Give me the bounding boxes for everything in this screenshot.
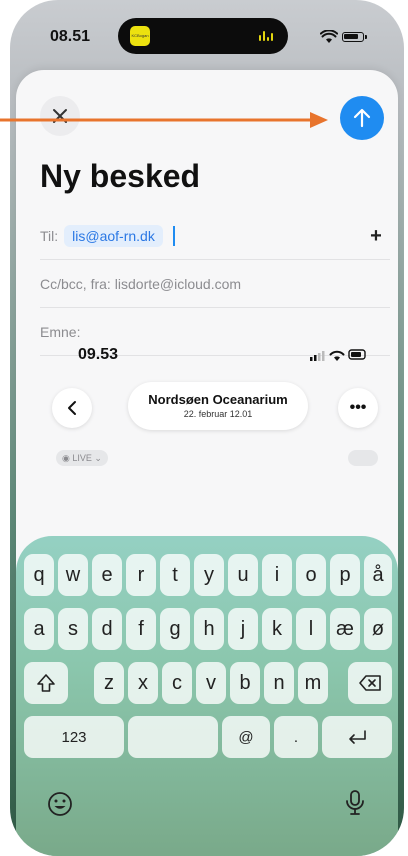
island-app-icon: KCBogan (130, 26, 150, 46)
key-m[interactable]: m (298, 662, 328, 704)
key-z[interactable]: z (94, 662, 124, 704)
key-l[interactable]: l (296, 608, 326, 650)
key-k[interactable]: k (262, 608, 292, 650)
return-icon (349, 730, 366, 744)
dictation-button[interactable] (340, 786, 370, 820)
shift-key[interactable] (24, 662, 68, 704)
backspace-key[interactable] (348, 662, 392, 704)
annotation-arrow (0, 112, 328, 128)
key-s[interactable]: s (58, 608, 88, 650)
embedded-status-icons (310, 349, 366, 361)
return-key[interactable] (322, 716, 392, 758)
embedded-time: 09.53 (78, 346, 119, 363)
key-y[interactable]: y (194, 554, 224, 596)
live-badge: ◉ LIVE ⌄ (56, 450, 108, 466)
key-oe[interactable]: ø (364, 608, 392, 650)
audio-wave-icon (258, 28, 274, 44)
embedded-title-pill: Nordsøen Oceanarium 22. februar 12.01 (128, 382, 308, 430)
to-label: Til: (40, 227, 59, 244)
cc-bcc-field[interactable]: Cc/bcc, fra: lisdorte@icloud.com (40, 260, 390, 308)
wifi-icon (320, 30, 338, 43)
key-aa[interactable]: å (364, 554, 392, 596)
key-e[interactable]: e (92, 554, 122, 596)
microphone-icon (346, 790, 364, 815)
at-key[interactable]: @ (222, 716, 270, 758)
dot-key[interactable]: . (274, 716, 318, 758)
key-j[interactable]: j (228, 608, 258, 650)
attached-screenshot[interactable]: 09.53 Nordsøen Oceanarium 22. februar 12… (32, 330, 392, 480)
key-d[interactable]: d (92, 608, 122, 650)
key-a[interactable]: a (24, 608, 54, 650)
emoji-icon (48, 792, 72, 816)
space-key[interactable] (128, 716, 218, 758)
key-c[interactable]: c (162, 662, 192, 704)
key-r[interactable]: r (126, 554, 156, 596)
key-w[interactable]: w (58, 554, 88, 596)
page-title: Ny besked (40, 158, 201, 194)
recipient-chip[interactable]: lis@aof-rn.dk (64, 224, 163, 247)
backspace-icon (359, 675, 381, 691)
key-t[interactable]: t (160, 554, 190, 596)
keyboard-row-1: q w e r t y u i o p å (16, 554, 398, 596)
key-x[interactable]: x (128, 662, 158, 704)
text-cursor (172, 225, 175, 246)
dynamic-island: KCBogan (118, 18, 288, 54)
key-p[interactable]: p (330, 554, 360, 596)
embedded-date: 22. februar 12.01 (183, 409, 253, 419)
key-i[interactable]: i (262, 554, 292, 596)
from-address: lisdorte@icloud.com (114, 275, 242, 292)
embedded-more-icon: ••• (338, 388, 378, 428)
cc-label: Cc/bcc, fra: (40, 275, 111, 292)
keyboard-row-3: z x c v b n m (16, 662, 398, 704)
keyboard-row-2: a s d f g h j k l æ ø (16, 608, 398, 650)
key-b[interactable]: b (230, 662, 260, 704)
add-recipient-button[interactable]: + (364, 224, 388, 248)
key-f[interactable]: f (126, 608, 156, 650)
key-q[interactable]: q (24, 554, 54, 596)
chevron-left-icon (68, 401, 76, 415)
key-n[interactable]: n (264, 662, 294, 704)
status-time: 08.51 (50, 28, 91, 45)
embedded-adjust-badge (348, 450, 378, 466)
status-indicators (320, 30, 367, 44)
key-o[interactable]: o (296, 554, 326, 596)
numbers-key[interactable]: 123 (24, 716, 124, 758)
key-u[interactable]: u (228, 554, 258, 596)
battery-icon (342, 32, 367, 42)
key-g[interactable]: g (160, 608, 190, 650)
keyboard-row-4: 123 @ . (16, 716, 398, 758)
embedded-title: Nordsøen Oceanarium (148, 392, 288, 407)
key-h[interactable]: h (194, 608, 224, 650)
embedded-back-button (52, 388, 92, 428)
shift-icon (37, 674, 55, 692)
keyboard: q w e r t y u i o p å a s d f g h j k l … (16, 536, 398, 856)
emoji-button[interactable] (44, 788, 76, 820)
key-v[interactable]: v (196, 662, 226, 704)
key-ae[interactable]: æ (330, 608, 360, 650)
to-field[interactable]: Til: lis@aof-rn.dk + (40, 212, 390, 260)
status-bar: 08.51 KCBogan (10, 0, 404, 72)
